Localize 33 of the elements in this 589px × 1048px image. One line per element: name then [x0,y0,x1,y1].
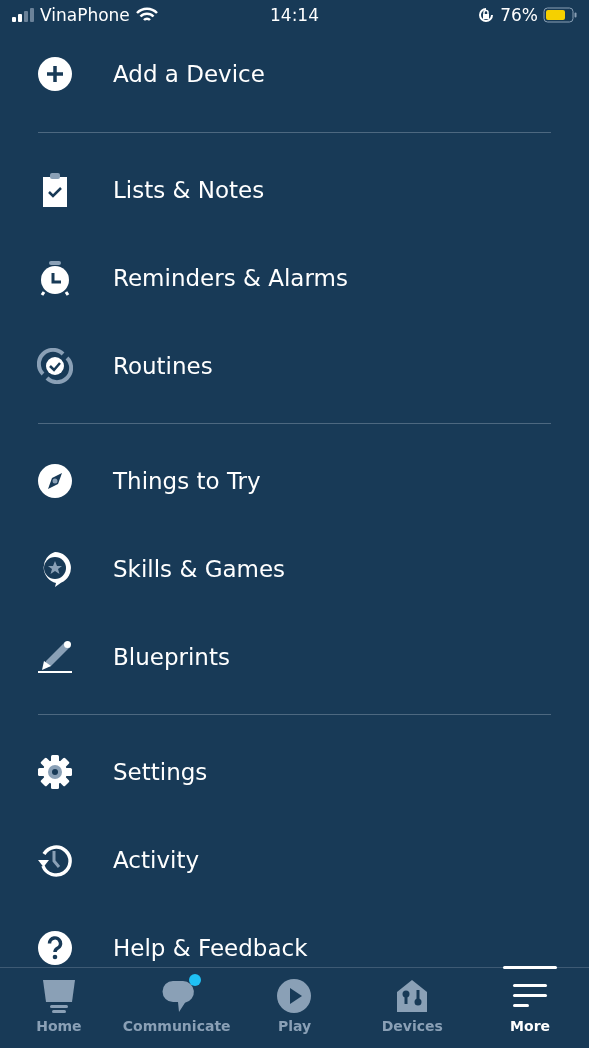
help-icon [37,930,73,966]
menu-item[interactable]: Help & Feedback [113,935,308,961]
tab[interactable]: Devices [381,1018,443,1034]
signal-icon [12,8,34,22]
plus-icon [37,56,73,92]
tab[interactable]: Communicate [122,1018,231,1034]
rotation-lock-icon [477,6,496,24]
play-icon [276,978,313,1014]
menu-item[interactable]: Routines [113,353,213,379]
battery-icon [543,7,577,23]
tab[interactable]: Play [277,1018,312,1034]
home-icon [40,978,77,1014]
tab[interactable]: Home [36,1018,82,1034]
routine-icon [37,348,73,384]
settings-icon [37,754,73,790]
menu-item[interactable]: Settings [113,759,208,785]
menu-item[interactable]: Activity [113,847,199,873]
carrier-name: VinaPhone [40,5,130,25]
menu-item[interactable]: Blueprints [113,644,230,670]
alarm-clock-icon [39,260,71,296]
menu-item[interactable]: Add a Device [113,61,265,87]
compass-icon [37,463,73,499]
menu-item[interactable]: Lists & Notes [113,177,265,203]
tab[interactable]: More [510,1018,551,1034]
menu-item[interactable]: Reminders & Alarms [113,265,348,291]
clipboard-icon [41,172,69,208]
wifi-icon [135,7,158,23]
clock-time: 14:14 [270,5,319,25]
history-icon [37,842,73,878]
menu-item[interactable]: Skills & Games [113,556,286,582]
pencil-icon [37,639,73,675]
battery-percent: 76% [500,5,538,25]
menu-item[interactable]: Things to Try [113,468,261,494]
